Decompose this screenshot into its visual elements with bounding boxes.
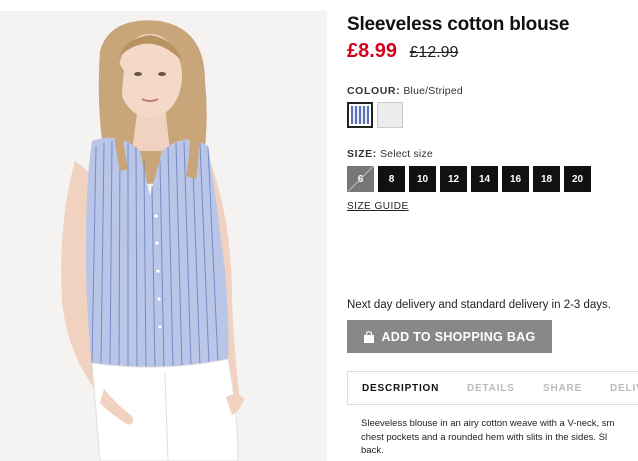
shopping-bag-icon xyxy=(363,330,375,343)
tab-delivery[interactable]: DELIV xyxy=(610,383,638,394)
size-button-10[interactable]: 10 xyxy=(409,166,436,192)
size-value: Select size xyxy=(379,148,433,160)
size-guide-link[interactable]: SIZE GUIDE xyxy=(347,201,409,212)
original-price: £12.99 xyxy=(409,44,459,61)
colour-label-title: COLOUR: xyxy=(347,85,401,97)
add-to-bag-label: ADD TO SHOPPING BAG xyxy=(381,329,536,344)
tab-description[interactable]: DESCRIPTION xyxy=(362,383,439,394)
size-button-14[interactable]: 14 xyxy=(471,166,498,192)
size-button-6[interactable]: 6 xyxy=(347,166,374,192)
tab-details[interactable]: DETAILS xyxy=(467,383,515,394)
product-title: Sleeveless cotton blouse xyxy=(347,14,570,35)
delivery-info: Next day delivery and standard delivery … xyxy=(347,299,612,311)
size-button-16[interactable]: 16 xyxy=(502,166,529,192)
size-button-12[interactable]: 12 xyxy=(440,166,467,192)
colour-swatches xyxy=(347,102,403,128)
tab-share[interactable]: SHARE xyxy=(543,383,582,394)
size-button-18[interactable]: 18 xyxy=(533,166,560,192)
swatch-blue-striped[interactable] xyxy=(347,102,373,128)
description-line: Sleeveless blouse in an airy cotton weav… xyxy=(361,418,615,429)
product-info-panel: Sleeveless cotton blouse £8.99 £12.99 CO… xyxy=(347,0,638,461)
product-tabs: DESCRIPTION DETAILS SHARE DELIV xyxy=(347,371,638,405)
description-line: back. xyxy=(361,445,384,456)
colour-label: COLOUR: Blue/Striped xyxy=(347,85,463,97)
colour-value: Blue/Striped xyxy=(403,85,463,97)
size-options: 6 8 10 12 14 16 18 20 xyxy=(347,166,591,192)
swatch-white[interactable] xyxy=(377,102,403,128)
size-label-title: SIZE: xyxy=(347,148,377,160)
current-price: £8.99 xyxy=(347,40,398,62)
description-text: Sleeveless blouse in an airy cotton weav… xyxy=(361,417,638,458)
price-row: £8.99 £12.99 xyxy=(347,40,458,63)
description-line: chest pockets and a rounded hem with sli… xyxy=(361,431,608,443)
add-to-bag-button[interactable]: ADD TO SHOPPING BAG xyxy=(347,320,552,353)
size-button-8[interactable]: 8 xyxy=(378,166,405,192)
product-image[interactable] xyxy=(0,11,327,461)
size-button-20[interactable]: 20 xyxy=(564,166,591,192)
size-label: SIZE: Select size xyxy=(347,148,433,160)
product-photo-illustration xyxy=(0,11,327,461)
